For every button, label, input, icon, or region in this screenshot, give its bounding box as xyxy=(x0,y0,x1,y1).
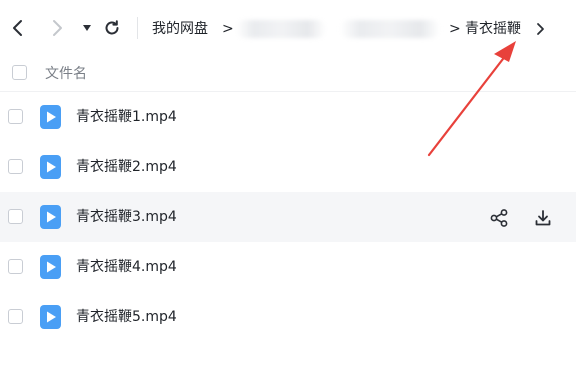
obscured-breadcrumb xyxy=(236,20,326,38)
breadcrumb: 我的网盘 > > 青衣摇鞭 xyxy=(152,18,572,40)
history-dropdown-button[interactable] xyxy=(75,16,99,40)
forward-button[interactable] xyxy=(45,16,69,40)
file-row[interactable]: 青衣摇鞭4.mp4 xyxy=(0,242,576,292)
file-name[interactable]: 青衣摇鞭5.mp4 xyxy=(76,306,177,328)
breadcrumb-root[interactable]: 我的网盘 xyxy=(152,18,208,40)
file-row[interactable]: 青衣摇鞭2.mp4 xyxy=(0,142,576,192)
back-button[interactable] xyxy=(6,16,30,40)
chevron-left-icon xyxy=(13,20,22,36)
chevron-right-icon xyxy=(53,20,62,36)
file-checkbox[interactable] xyxy=(8,109,23,124)
refresh-button[interactable] xyxy=(100,16,124,40)
share-icon xyxy=(490,209,508,227)
video-file-icon xyxy=(40,155,61,179)
file-checkbox[interactable] xyxy=(8,259,23,274)
file-row[interactable]: 青衣摇鞭5.mp4 xyxy=(0,292,576,342)
file-list: 青衣摇鞭1.mp4 青衣摇鞭2.mp4 青衣摇鞭3.mp4 青衣摇鞭4.mp4 … xyxy=(0,92,576,342)
download-button[interactable] xyxy=(533,208,553,228)
select-all-checkbox[interactable] xyxy=(12,65,27,80)
list-header: 文件名 xyxy=(0,56,576,92)
video-file-icon xyxy=(40,255,61,279)
file-name[interactable]: 青衣摇鞭2.mp4 xyxy=(76,156,177,178)
column-header-filename[interactable]: 文件名 xyxy=(45,64,87,84)
file-checkbox[interactable] xyxy=(8,309,23,324)
refresh-icon xyxy=(105,20,119,35)
video-file-icon xyxy=(40,105,61,129)
video-file-icon xyxy=(40,305,61,329)
share-button[interactable] xyxy=(489,208,509,228)
file-row[interactable]: 青衣摇鞭3.mp4 xyxy=(0,192,576,242)
chevron-right-icon xyxy=(537,23,544,35)
breadcrumb-current[interactable]: 青衣摇鞭 xyxy=(465,18,521,40)
breadcrumb-separator: > xyxy=(449,21,461,37)
breadcrumb-expand-button[interactable] xyxy=(536,18,546,47)
file-checkbox[interactable] xyxy=(8,159,23,174)
breadcrumb-separator: > xyxy=(222,21,234,37)
file-row[interactable]: 青衣摇鞭1.mp4 xyxy=(0,92,576,142)
obscured-breadcrumb xyxy=(340,20,440,38)
file-name[interactable]: 青衣摇鞭1.mp4 xyxy=(76,106,177,128)
caret-down-icon xyxy=(83,25,91,31)
nav-divider xyxy=(137,17,138,39)
navigation-bar: 我的网盘 > > 青衣摇鞭 xyxy=(0,0,576,56)
download-icon xyxy=(535,210,551,226)
file-name[interactable]: 青衣摇鞭3.mp4 xyxy=(76,206,177,228)
file-name[interactable]: 青衣摇鞭4.mp4 xyxy=(76,256,177,278)
file-checkbox[interactable] xyxy=(8,209,23,224)
video-file-icon xyxy=(40,205,61,229)
